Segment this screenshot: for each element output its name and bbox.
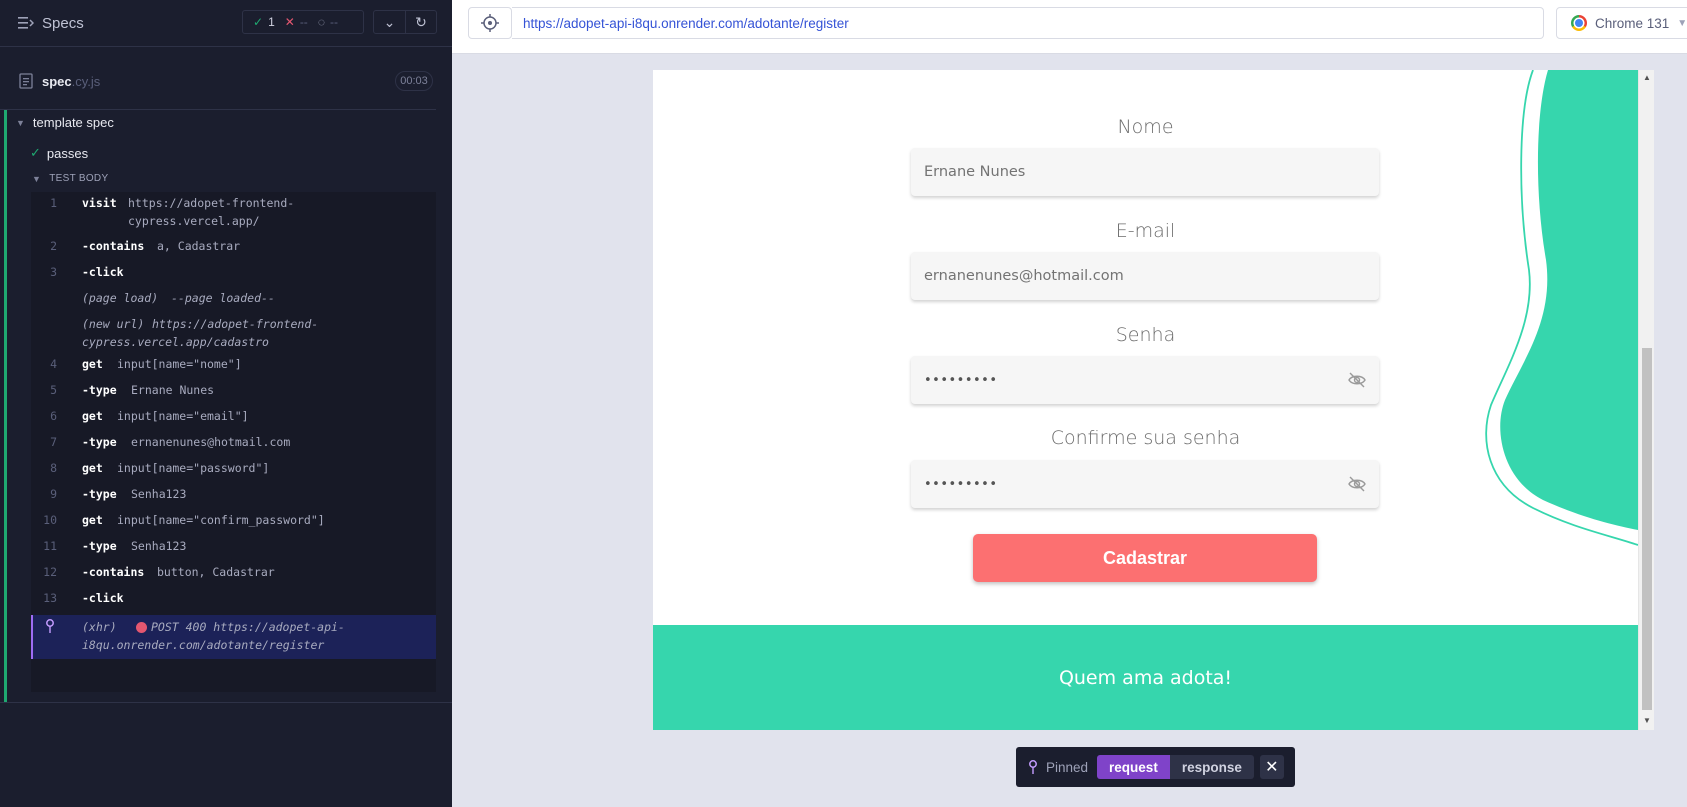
url-bar: https://adopet-api-i8qu.onrender.com/ado…	[452, 0, 1687, 54]
request-tab[interactable]: request	[1097, 755, 1170, 779]
pin-icon	[46, 619, 54, 633]
test-title: passes	[46, 145, 89, 161]
cadastrar-button[interactable]: Cadastrar	[973, 534, 1317, 582]
specs-list-icon[interactable]	[18, 16, 34, 30]
app-preview-frame: Nome Ernane Nunes E-mail ernanenunes@hot…	[653, 70, 1638, 730]
email-label: E-mail	[1115, 220, 1176, 242]
selector-playground-button[interactable]	[468, 7, 512, 39]
divider	[0, 702, 452, 703]
eye-off-icon[interactable]	[1347, 475, 1367, 493]
suite-row[interactable]: ▼ template spec	[16, 115, 114, 130]
scroll-up-icon[interactable]: ▲	[1643, 73, 1651, 82]
chevron-down-icon[interactable]: ⌄	[374, 11, 405, 33]
command-row[interactable]: 7 -type ernanenunes@hotmail.com	[31, 433, 436, 455]
spec-duration: 00:03	[395, 71, 433, 91]
command-row[interactable]: 6 get input[name="email"]	[31, 407, 436, 429]
divider	[0, 109, 436, 110]
specs-title[interactable]: Specs	[42, 15, 84, 32]
reporter-header: Specs ✓ 1 ✕ -- ◌ -- ⌄ ↻	[0, 0, 452, 47]
password-label: Senha	[1115, 324, 1176, 346]
scroll-down-icon[interactable]: ▼	[1643, 716, 1651, 725]
spec-file-row[interactable]: spec.cy.js 00:03	[0, 63, 452, 103]
email-input[interactable]: ernanenunes@hotmail.com	[911, 252, 1379, 300]
footer-banner: Quem ama adota!	[653, 625, 1638, 730]
test-body-header[interactable]: ▼ TEST BODY	[32, 173, 108, 184]
chrome-icon	[1571, 15, 1587, 31]
check-icon: ✓	[253, 15, 264, 29]
response-tab[interactable]: response	[1169, 755, 1254, 779]
failed-stat: ✕ --	[284, 15, 308, 29]
test-stats: ✓ 1 ✕ -- ◌ --	[242, 10, 364, 34]
pinned-toolbar: Pinned request response ✕	[1016, 747, 1295, 787]
spec-filename: spec.cy.js	[42, 74, 101, 89]
event-row[interactable]: (page load) --page loaded--	[31, 289, 436, 311]
confirm-password-input[interactable]: •••••••••	[911, 460, 1379, 508]
command-row[interactable]: 1 visit https://adopet-frontend- cypress…	[31, 194, 436, 238]
document-icon	[19, 73, 33, 89]
command-row[interactable]: 11 -type Senha123	[31, 537, 436, 559]
cypress-reporter-panel: Specs ✓ 1 ✕ -- ◌ -- ⌄ ↻ spec.cy.js 00:03…	[0, 0, 452, 807]
url-field[interactable]: https://adopet-api-i8qu.onrender.com/ado…	[512, 7, 1544, 39]
command-row[interactable]: 5 -type Ernane Nunes	[31, 381, 436, 403]
name-input[interactable]: Ernane Nunes	[911, 148, 1379, 196]
spinner-icon: ◌	[317, 15, 325, 29]
crosshair-icon	[481, 14, 499, 32]
chevron-down-icon: ▼	[16, 117, 25, 128]
suite-title: template spec	[32, 115, 114, 130]
suite-status-bar	[4, 110, 7, 703]
chevron-down-icon: ▼	[1677, 17, 1687, 29]
command-row[interactable]: 3 -click	[31, 263, 436, 285]
test-row[interactable]: ✓ passes	[30, 145, 88, 161]
scrollbar-thumb[interactable]	[1642, 348, 1652, 710]
command-log: 1 visit https://adopet-frontend- cypress…	[31, 192, 436, 692]
run-controls: ⌄ ↻	[373, 10, 437, 34]
command-row[interactable]: 12 -contains button, Cadastrar	[31, 563, 436, 585]
event-row[interactable]: (new url) https://adopet-frontend- cypre…	[31, 315, 436, 359]
name-label: Nome	[1117, 116, 1174, 138]
chevron-down-icon: ▼	[32, 173, 42, 184]
command-row[interactable]: 9 -type Senha123	[31, 485, 436, 507]
command-row[interactable]: 8 get input[name="password"]	[31, 459, 436, 481]
password-input[interactable]: •••••••••	[911, 356, 1379, 404]
xhr-row-pinned[interactable]: (xhr) POST 400 https://adopet-api- i8qu.…	[31, 615, 436, 659]
frame-scrollbar[interactable]: ▲ ▼	[1638, 70, 1654, 730]
eye-off-icon[interactable]	[1347, 371, 1367, 389]
command-row[interactable]: 4 get input[name="nome"]	[31, 355, 436, 377]
passed-stat: ✓ 1	[253, 15, 275, 29]
confirm-password-label: Confirme sua senha	[1050, 427, 1241, 449]
browser-selector[interactable]: Chrome 131 ▼	[1556, 7, 1687, 39]
pending-stat: ◌ --	[317, 15, 338, 29]
close-icon[interactable]: ✕	[1259, 755, 1284, 779]
footer-text: Quem ama adota!	[1058, 666, 1233, 689]
pinned-label: Pinned	[1046, 759, 1089, 775]
check-icon: ✓	[30, 145, 41, 160]
pin-icon	[1029, 760, 1037, 774]
rerun-icon[interactable]: ↻	[404, 11, 436, 33]
command-row[interactable]: 2 -contains a, Cadastrar	[31, 237, 436, 259]
cross-icon: ✕	[284, 15, 295, 29]
command-row[interactable]: 13 -click	[31, 589, 436, 611]
command-row[interactable]: 10 get input[name="confirm_password"]	[31, 511, 436, 533]
